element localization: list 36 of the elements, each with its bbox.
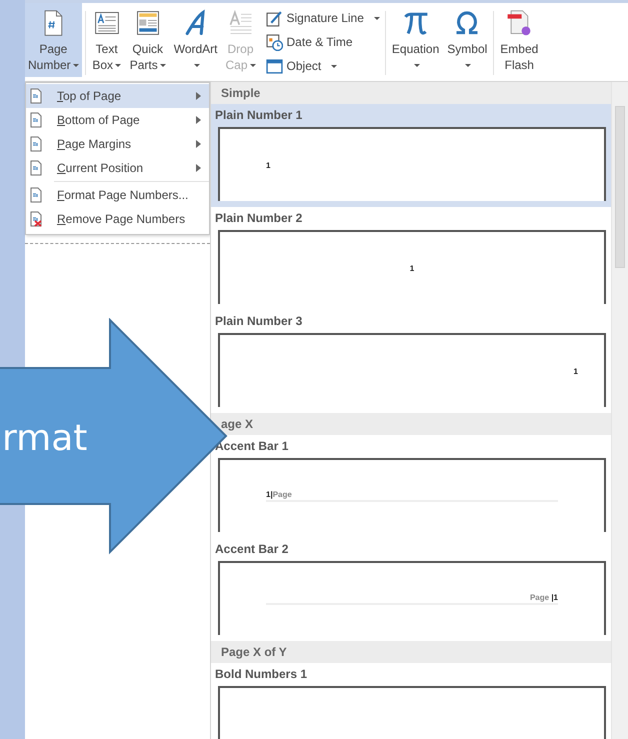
gallery-section-header: age X bbox=[211, 413, 611, 435]
menu-item[interactable]: Format Page Numbers... bbox=[26, 183, 209, 207]
window-icon bbox=[266, 58, 283, 74]
page-icon bbox=[29, 136, 43, 152]
page-icon bbox=[29, 187, 43, 203]
scrollbar[interactable] bbox=[611, 82, 628, 739]
ribbon-button[interactable]: WordArt bbox=[170, 3, 220, 77]
menu-item[interactable]: Bottom of Page bbox=[26, 108, 209, 132]
ribbon-button[interactable]: Page Number bbox=[25, 3, 82, 77]
page-number-text: 1|Page bbox=[266, 490, 292, 499]
ribbon-button[interactable]: Embed Flash bbox=[497, 3, 542, 77]
gallery-item[interactable]: Plain Number 1 1 bbox=[211, 104, 611, 207]
ribbon-button[interactable]: Text Box bbox=[88, 3, 125, 77]
ribbon-button[interactable]: Quick Parts bbox=[126, 3, 169, 77]
menu-item[interactable]: Top of Page bbox=[26, 84, 209, 108]
page-number-text: 1 bbox=[574, 366, 578, 376]
menu-item[interactable]: Page Margins bbox=[26, 132, 209, 156]
page-number-text: Page |1 bbox=[530, 593, 558, 602]
menu-item[interactable]: Remove Page Numbers bbox=[26, 207, 209, 231]
ribbon-button[interactable]: Equation bbox=[388, 3, 442, 77]
menu-item[interactable]: Current Position bbox=[26, 156, 209, 180]
signature-pen-icon bbox=[266, 10, 283, 26]
page-number-text: 1 bbox=[410, 264, 414, 272]
arrow-text: rmat bbox=[2, 418, 88, 459]
page-icon bbox=[29, 160, 43, 176]
page-number-text: 1 bbox=[266, 160, 270, 170]
gallery-section-header: Simple bbox=[211, 82, 611, 104]
ribbon-button[interactable]: Object bbox=[264, 55, 382, 77]
page-icon bbox=[29, 88, 43, 104]
gallery-section-header: Page X of Y bbox=[211, 641, 611, 663]
ribbon-button[interactable]: Signature Line bbox=[264, 7, 382, 29]
remove-page-icon bbox=[29, 211, 43, 227]
ribbon-button[interactable]: Date & Time bbox=[264, 31, 382, 53]
calendar-clock-icon bbox=[266, 34, 283, 50]
ribbon-button[interactable]: Symbol bbox=[444, 3, 490, 77]
page-icon bbox=[29, 112, 43, 128]
